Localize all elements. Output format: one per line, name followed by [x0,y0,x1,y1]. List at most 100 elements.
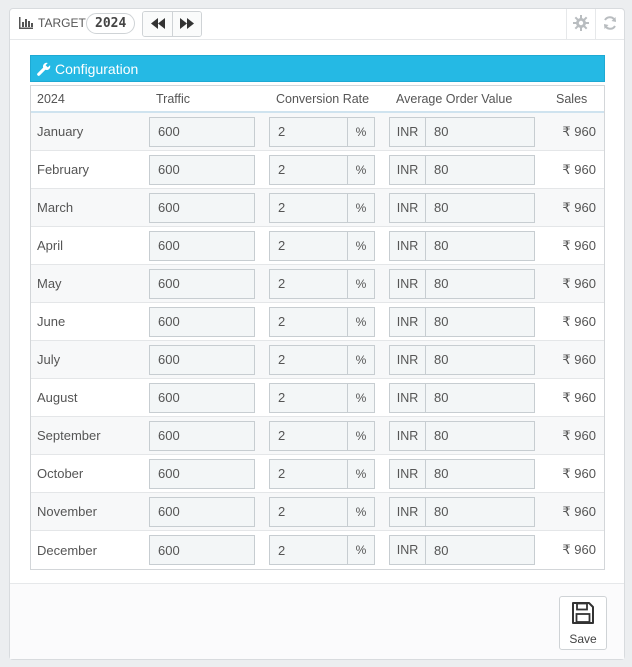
conversion-cell: 2% [269,306,389,337]
refresh-button[interactable] [595,9,624,40]
table-row: April 600 2% INR 80 ₹ 960 [31,227,604,265]
table-row: May 600 2% INR 80 ₹ 960 [31,265,604,303]
average-order-value-input[interactable]: 80 [425,116,535,147]
percent-addon: % [348,420,375,451]
average-order-value-input[interactable]: 80 [425,420,535,451]
average-order-value-input[interactable]: 80 [425,192,535,223]
currency-addon: INR [389,382,425,413]
wrench-icon [37,62,51,76]
table-row: June 600 2% INR 80 ₹ 960 [31,303,604,341]
conversion-rate-input[interactable]: 2 [269,458,348,489]
gear-icon [573,15,589,34]
panel-header: TARGET 2024 [10,9,624,40]
traffic-input[interactable]: 600 [149,306,255,337]
percent-addon: % [348,116,375,147]
previous-year-button[interactable] [143,12,172,36]
conversion-rate-input[interactable]: 2 [269,230,348,261]
percent-addon: % [348,344,375,375]
conversion-rate-input[interactable]: 2 [269,496,348,527]
conversion-cell: 2% [269,268,389,299]
sales-value: ₹ 960 [562,351,596,367]
traffic-input[interactable]: 600 [149,344,255,375]
traffic-input[interactable]: 600 [149,382,255,413]
currency-addon: INR [389,116,425,147]
currency-addon: INR [389,344,425,375]
header-year: 2024 [37,91,65,106]
sales-value: ₹ 960 [562,503,596,519]
month-cell: October [37,466,84,481]
conversion-rate-input[interactable]: 2 [269,306,348,337]
month-cell: July [37,352,61,367]
average-order-value-input[interactable]: 80 [425,154,535,185]
conversion-rate-input[interactable]: 2 [269,382,348,413]
conversion-input-group: 2% [269,306,375,337]
conversion-cell: 2% [269,420,389,451]
settings-button[interactable] [566,9,595,40]
conversion-cell: 2% [269,230,389,261]
percent-addon: % [348,192,375,223]
traffic-cell: 600 [149,458,269,489]
aov-cell: INR 80 [389,306,549,337]
header-conversion-rate: Conversion Rate [276,91,370,106]
conversion-input-group: 2% [269,268,375,299]
currency-addon: INR [389,458,425,489]
header-traffic: Traffic [156,91,191,106]
conversion-input-group: 2% [269,116,375,147]
table-header: 2024 Traffic Conversion Rate Average Ord… [31,85,604,113]
average-order-value-input[interactable]: 80 [425,306,535,337]
conversion-rate-input[interactable]: 2 [269,420,348,451]
traffic-input[interactable]: 600 [149,230,255,261]
traffic-cell: 600 [149,192,269,223]
traffic-input[interactable]: 600 [149,535,255,565]
average-order-value-input[interactable]: 80 [425,496,535,527]
conversion-cell: 2% [269,535,389,565]
average-order-value-input[interactable]: 80 [425,344,535,375]
traffic-input[interactable]: 600 [149,154,255,185]
aov-cell: INR 80 [389,230,549,261]
conversion-rate-input[interactable]: 2 [269,154,348,185]
table-row: July 600 2% INR 80 ₹ 960 [31,341,604,379]
panel-footer: Save [10,583,624,659]
average-order-value-input[interactable]: 80 [425,535,535,565]
year-navigation [142,11,202,37]
conversion-cell: 2% [269,154,389,185]
traffic-input[interactable]: 600 [149,116,255,147]
configuration-section: Configuration 2024 Traffic Conversion Ra… [30,55,605,570]
traffic-cell: 600 [149,154,269,185]
traffic-input[interactable]: 600 [149,496,255,527]
next-year-button[interactable] [172,12,201,36]
aov-input-group: INR 80 [389,192,535,223]
refresh-icon [602,15,618,34]
aov-cell: INR 80 [389,116,549,147]
aov-input-group: INR 80 [389,306,535,337]
sales-value: ₹ 960 [562,465,596,481]
average-order-value-input[interactable]: 80 [425,382,535,413]
month-cell: June [37,314,66,329]
conversion-rate-input[interactable]: 2 [269,116,348,147]
fast-forward-icon [180,17,194,32]
average-order-value-input[interactable]: 80 [425,230,535,261]
sales-value: ₹ 960 [562,275,596,291]
header-average-order-value: Average Order Value [396,91,513,106]
traffic-cell: 600 [149,268,269,299]
average-order-value-input[interactable]: 80 [425,268,535,299]
traffic-input[interactable]: 600 [149,192,255,223]
aov-input-group: INR 80 [389,344,535,375]
traffic-input[interactable]: 600 [149,458,255,489]
conversion-rate-input[interactable]: 2 [269,344,348,375]
currency-addon: INR [389,306,425,337]
bar-chart-icon [19,17,33,29]
aov-input-group: INR 80 [389,154,535,185]
conversion-rate-input[interactable]: 2 [269,535,348,565]
save-button[interactable]: Save [559,596,607,650]
traffic-input[interactable]: 600 [149,420,255,451]
configuration-header: Configuration [30,55,605,82]
table-row: August 600 2% INR 80 ₹ 960 [31,379,604,417]
average-order-value-input[interactable]: 80 [425,458,535,489]
conversion-input-group: 2% [269,230,375,261]
table-body: January 600 2% INR 80 ₹ 960 February 600 2% INR 80… [31,113,604,569]
traffic-input[interactable]: 600 [149,268,255,299]
conversion-rate-input[interactable]: 2 [269,192,348,223]
target-table: 2024 Traffic Conversion Rate Average Ord… [30,85,605,570]
conversion-rate-input[interactable]: 2 [269,268,348,299]
